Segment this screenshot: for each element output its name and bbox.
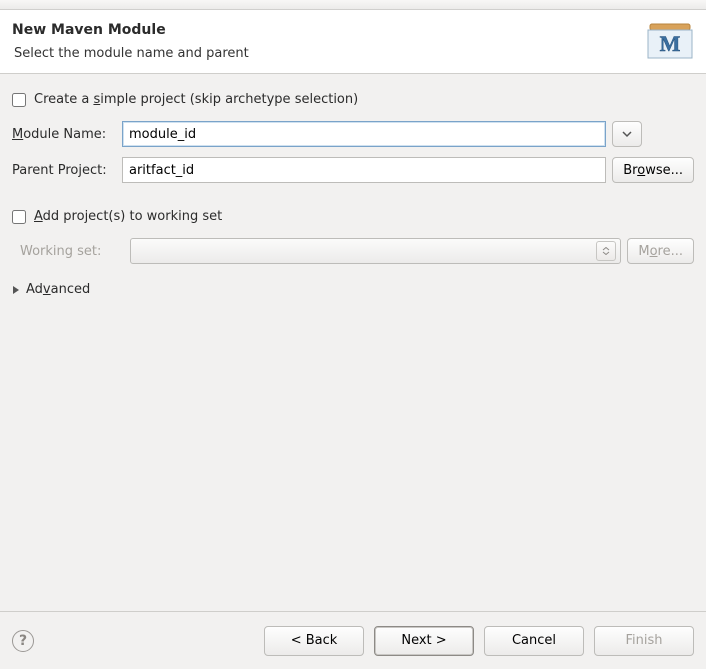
working-set-more-button: More... [627,238,694,264]
advanced-toggle[interactable]: Advanced [12,280,694,299]
parent-project-input[interactable] [122,157,606,183]
add-working-set-row[interactable]: Add project(s) to working set [12,201,694,228]
cancel-button[interactable]: Cancel [484,626,584,656]
wizard-footer: ? < Back Next > Cancel Finish [0,611,706,669]
page-subtitle: Select the module name and parent [12,46,249,61]
simple-project-checkbox[interactable] [12,93,26,107]
next-button[interactable]: Next > [374,626,474,656]
svg-text:M: M [660,31,681,56]
module-name-input[interactable] [122,121,606,147]
add-working-set-checkbox[interactable] [12,210,26,224]
module-name-label: Module Name: [12,127,116,142]
window-titlebar [0,0,706,10]
add-working-set-label: Add project(s) to working set [34,209,222,224]
triangle-right-icon [12,285,20,295]
chevron-down-icon [602,251,610,255]
page-title: New Maven Module [12,22,249,38]
working-set-label: Working set: [20,244,124,259]
working-set-grid: Working set: More... [20,238,694,264]
maven-module-icon: M [642,18,694,60]
module-name-dropdown-button[interactable] [612,121,642,147]
browse-button[interactable]: Browse... [612,157,694,183]
back-button[interactable]: < Back [264,626,364,656]
working-set-combo[interactable] [130,238,621,264]
help-icon[interactable]: ? [12,630,34,652]
form-grid: Module Name: Parent Project: Browse... [12,121,694,183]
simple-project-label: Create a simple project (skip archetype … [34,92,358,107]
advanced-label: Advanced [26,282,90,297]
finish-button: Finish [594,626,694,656]
working-set-stepper[interactable] [596,241,616,261]
wizard-content: Create a simple project (skip archetype … [0,74,706,299]
chevron-down-icon [622,129,632,139]
simple-project-row[interactable]: Create a simple project (skip archetype … [12,84,694,121]
parent-project-label: Parent Project: [12,163,116,178]
wizard-header: New Maven Module Select the module name … [0,10,706,74]
